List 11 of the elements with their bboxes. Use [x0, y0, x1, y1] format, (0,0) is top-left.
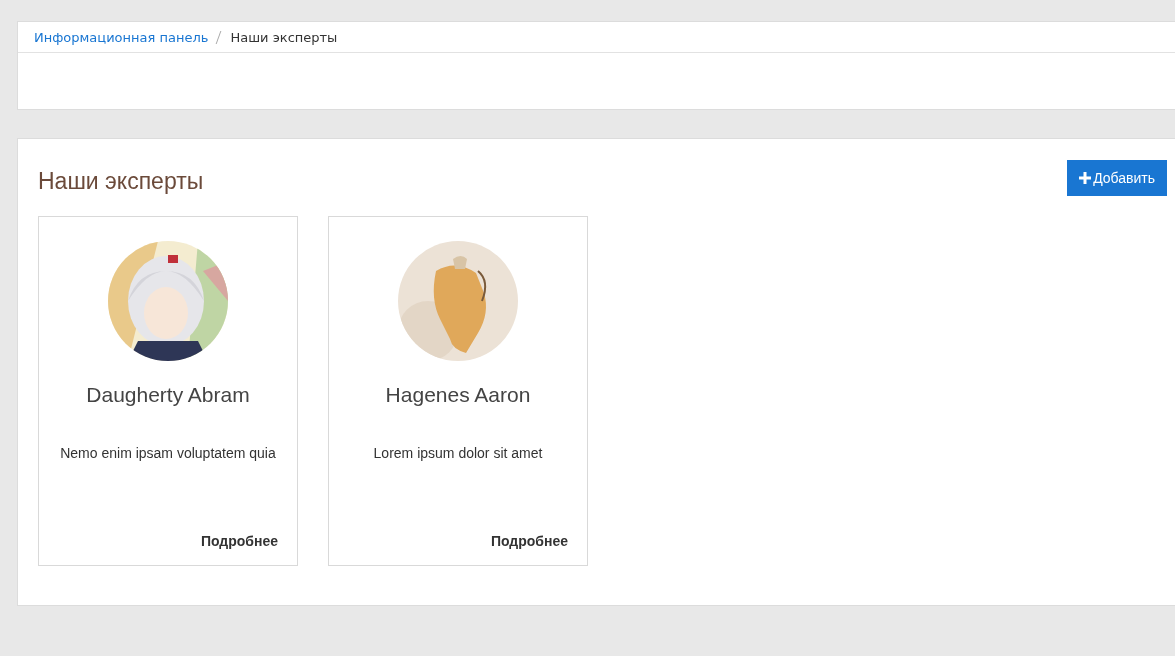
expert-name: Hagenes Aaron: [385, 383, 531, 407]
page-heading: Наши эксперты: [38, 168, 204, 195]
breadcrumb-current: Наши эксперты: [230, 29, 338, 45]
expert-description: Lorem ipsum dolor sit amet: [372, 445, 544, 461]
details-link[interactable]: Подробнее: [200, 533, 278, 549]
plus-icon: [1079, 172, 1092, 184]
details-link[interactable]: Подробнее: [490, 533, 568, 549]
expert-name: Daugherty Abram: [86, 383, 250, 407]
expert-description: Nemo enim ipsam voluptatem quia: [59, 445, 277, 461]
breadcrumb-link[interactable]: Информационная панель: [34, 29, 209, 45]
add-button[interactable]: Добавить: [1067, 160, 1167, 196]
